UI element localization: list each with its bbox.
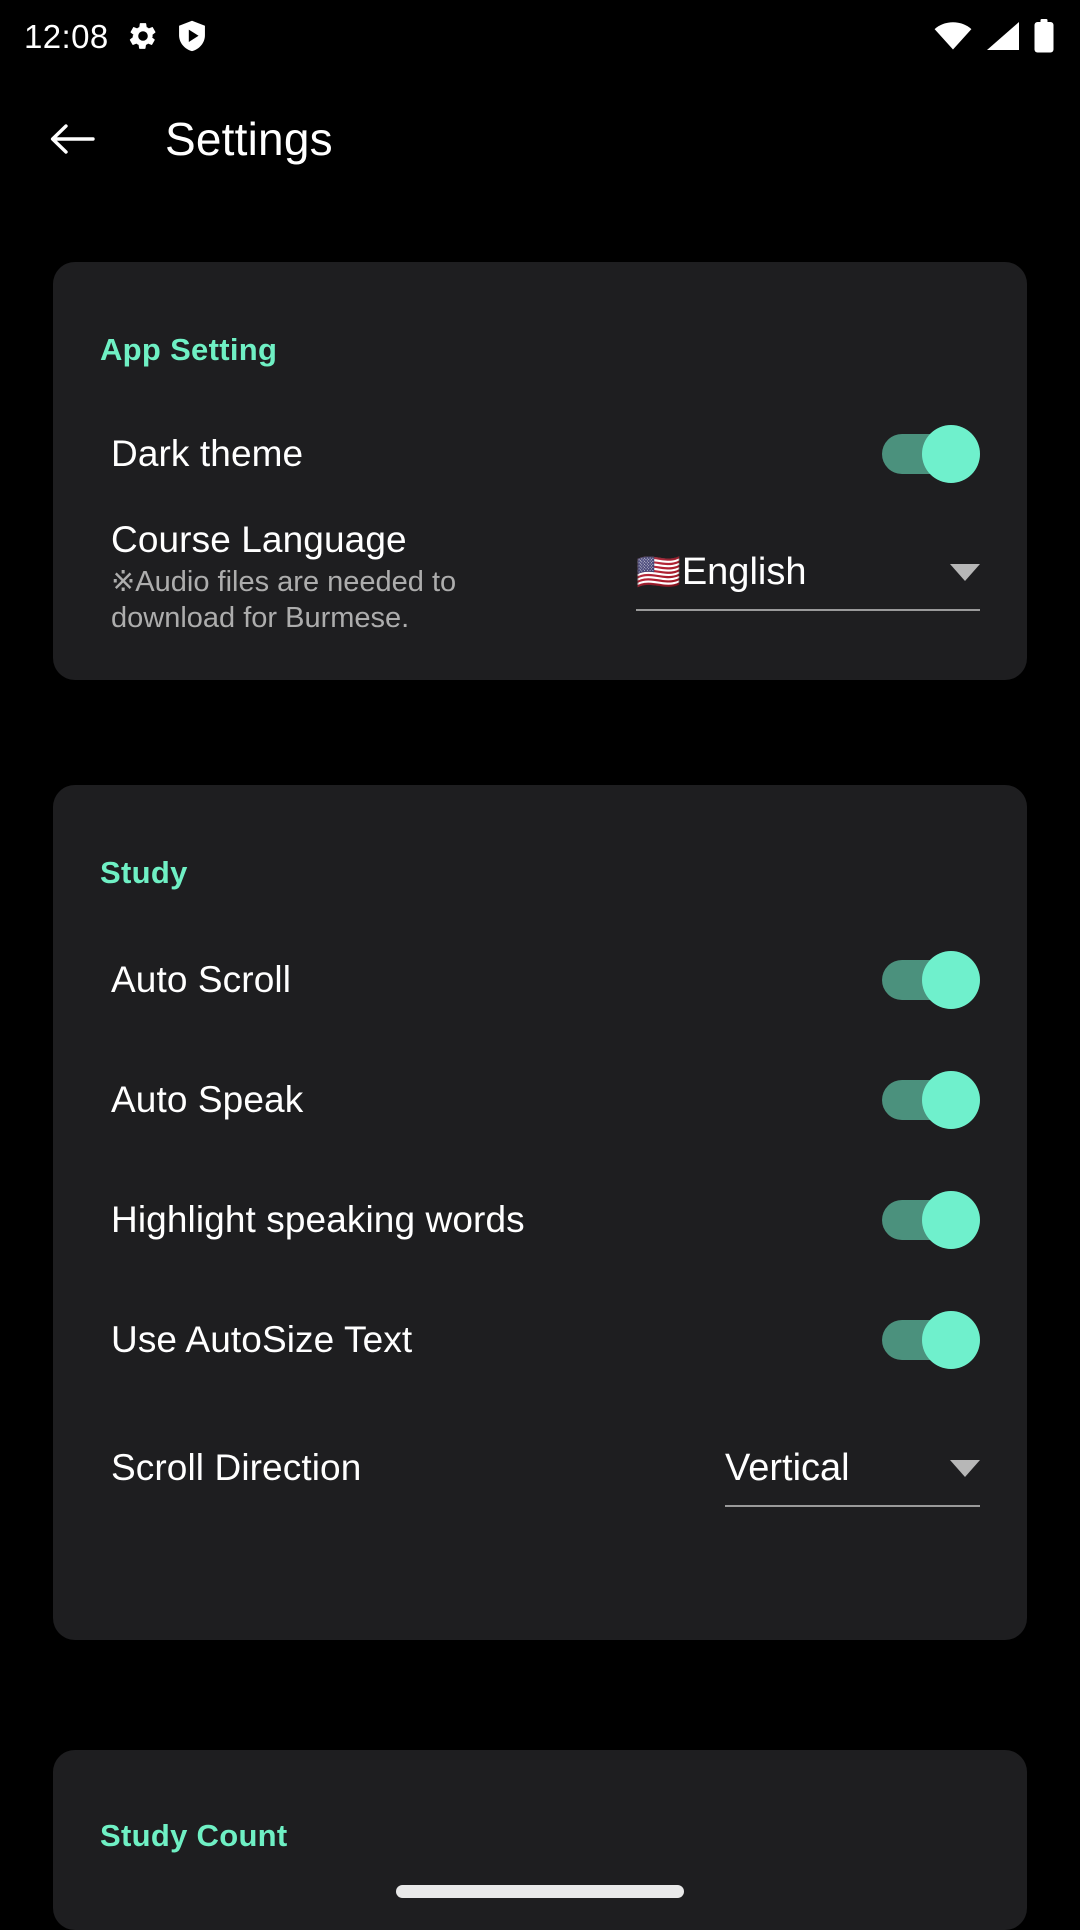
course-language-value-wrap: 🇺🇸 English [636,553,806,591]
arrow-left-icon [49,119,95,159]
scroll-direction-dropdown[interactable]: Vertical [725,1429,980,1507]
study-card: Study Auto Scroll Auto Speak Highlight s… [53,785,1027,1640]
row-scroll-direction-texts: Scroll Direction [111,1447,361,1488]
course-language-dropdown[interactable]: 🇺🇸 English [636,533,980,611]
use-autosize-text-toggle[interactable] [882,1311,980,1369]
row-use-autosize-text-label: Use AutoSize Text [111,1319,413,1361]
toggle-thumb [922,1071,980,1129]
row-auto-speak[interactable]: Auto Speak [53,1060,1027,1140]
section-title-study: Study [100,855,188,890]
highlight-speaking-words-toggle[interactable] [882,1191,980,1249]
settings-screen: 12:08 Settings App Setting Dark theme Co… [0,0,1080,1930]
row-highlight-speaking-words-texts: Highlight speaking words [111,1199,525,1240]
cellular-signal-icon [986,21,1020,51]
course-language-value: English [681,551,807,593]
study-count-card: Study Count [53,1750,1027,1930]
dropdown-underline [636,609,980,611]
row-course-language-sublabel: ※Audio files are needed to download for … [111,566,457,634]
status-bar-right [934,19,1054,53]
home-gesture-bar[interactable] [396,1885,684,1898]
toggle-thumb [922,951,980,1009]
row-dark-theme-texts: Dark theme [111,433,303,474]
toggle-thumb [922,1311,980,1369]
dark-theme-toggle[interactable] [882,425,980,483]
row-course-language[interactable]: Course Language ※Audio files are needed … [53,517,1027,647]
row-dark-theme-label: Dark theme [111,433,304,475]
status-bar-left: 12:08 [24,20,207,53]
row-scroll-direction-label: Scroll Direction [111,1447,362,1489]
status-bar: 12:08 [0,0,1080,72]
shield-play-icon [177,20,207,52]
row-auto-speak-texts: Auto Speak [111,1079,303,1120]
row-course-language-texts: Course Language ※Audio files are needed … [111,517,541,636]
gear-icon [127,20,159,52]
row-scroll-direction[interactable]: Scroll Direction Vertical [53,1418,1027,1518]
status-bar-clock: 12:08 [24,17,109,55]
app-setting-card: App Setting Dark theme Course Language ※… [53,262,1027,680]
battery-icon [1034,19,1054,53]
row-use-autosize-text[interactable]: Use AutoSize Text [53,1300,1027,1380]
row-dark-theme[interactable]: Dark theme [53,414,1027,494]
row-auto-scroll[interactable]: Auto Scroll [53,940,1027,1020]
auto-scroll-toggle[interactable] [882,951,980,1009]
row-use-autosize-text-texts: Use AutoSize Text [111,1319,412,1360]
back-button[interactable] [24,91,120,187]
auto-speak-toggle[interactable] [882,1071,980,1129]
row-highlight-speaking-words[interactable]: Highlight speaking words [53,1180,1027,1260]
scroll-direction-value: Vertical [725,1447,850,1489]
section-title-app-setting: App Setting [100,332,278,367]
section-title-study-count: Study Count [100,1818,288,1853]
toggle-thumb [922,425,980,483]
dropdown-underline [725,1505,980,1507]
chevron-down-icon [950,1459,980,1477]
row-auto-scroll-label: Auto Scroll [111,959,292,1001]
row-highlight-speaking-words-label: Highlight speaking words [111,1199,525,1241]
us-flag-icon: 🇺🇸 [636,551,681,592]
row-auto-speak-label: Auto Speak [111,1079,304,1121]
row-course-language-label: Course Language [111,519,407,560]
app-bar: Settings [0,84,1080,194]
chevron-down-icon [950,563,980,581]
page-title: Settings [165,113,333,165]
wifi-icon [934,21,972,51]
row-auto-scroll-texts: Auto Scroll [111,959,291,1000]
toggle-thumb [922,1191,980,1249]
